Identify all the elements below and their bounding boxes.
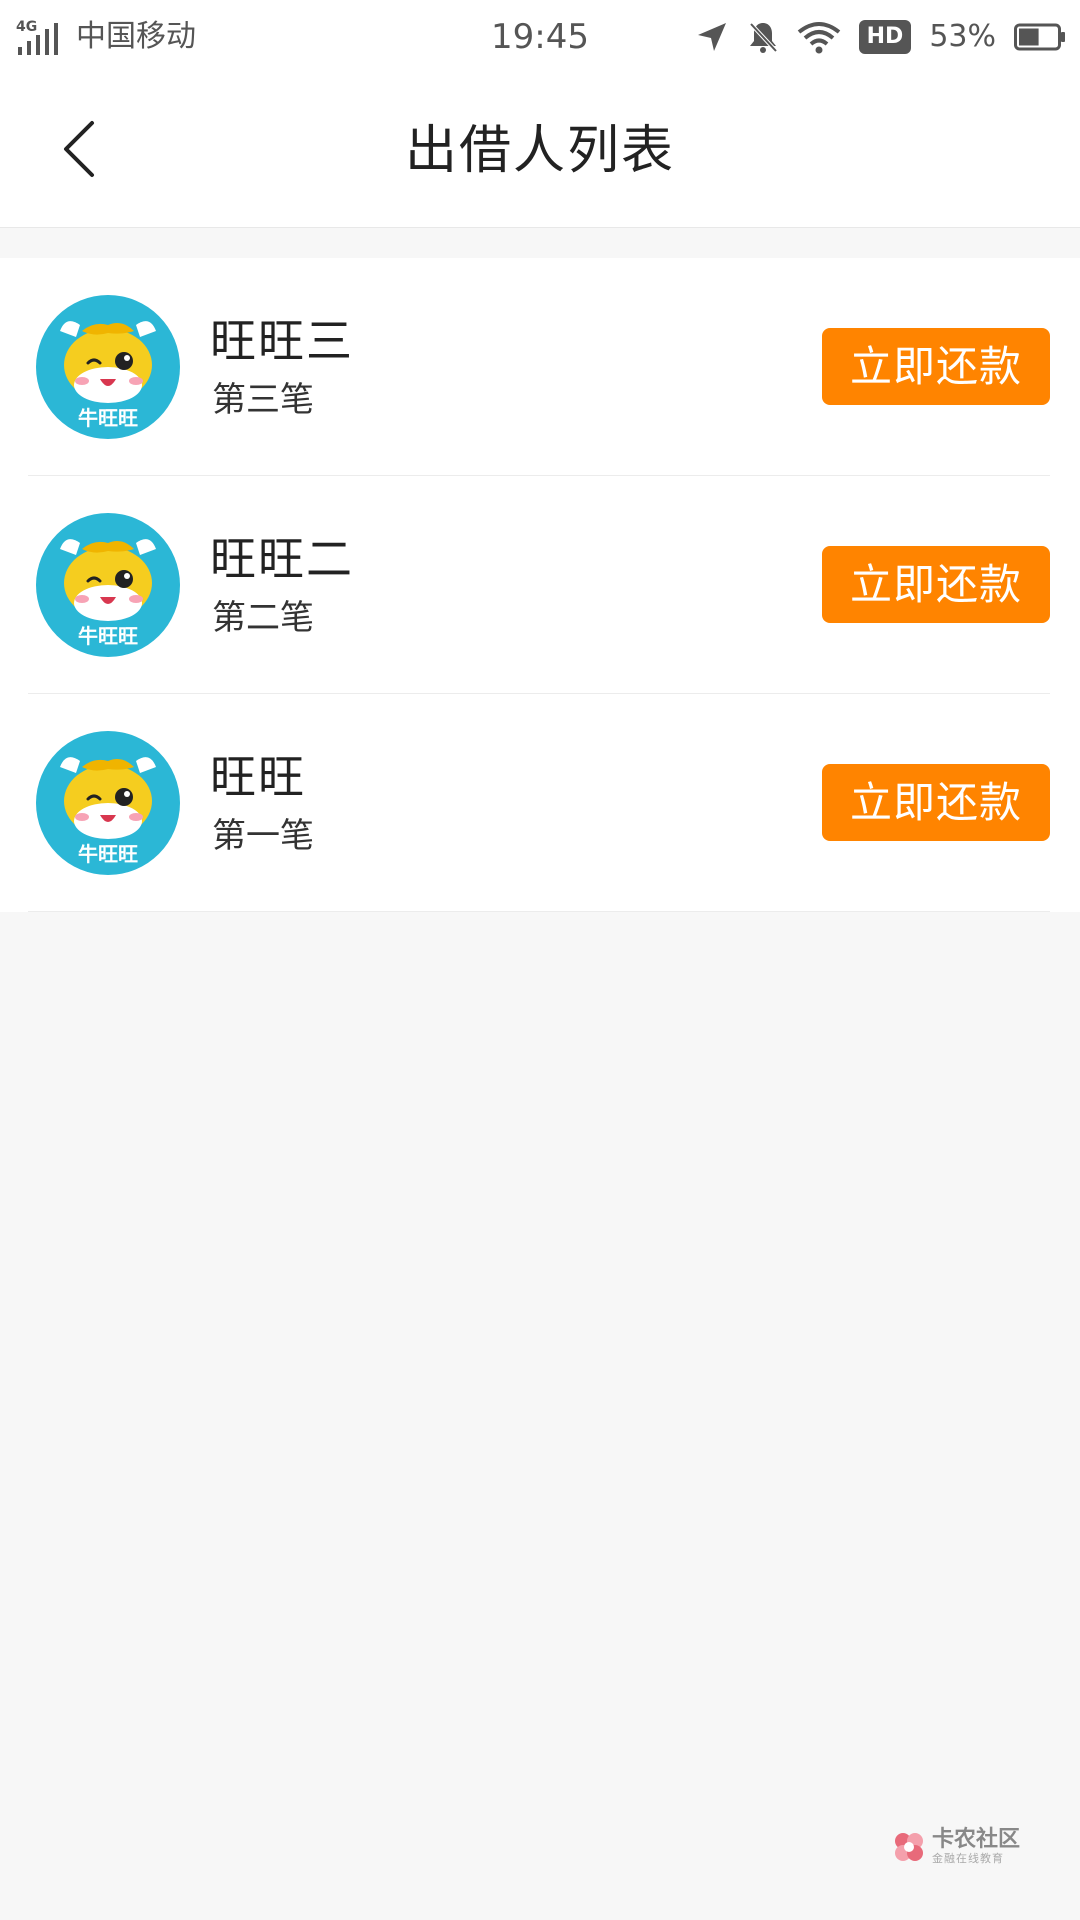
kanong-logo-icon [894, 1833, 923, 1861]
repay-button[interactable]: 立即还款 [822, 546, 1050, 623]
lender-row[interactable]: 牛旺旺 旺旺三 第三笔 立即还款 [28, 258, 1050, 476]
lender-name: 旺旺三 [210, 314, 354, 368]
avatar-label: 牛旺旺 [78, 406, 138, 430]
repay-button[interactable]: 立即还款 [822, 328, 1050, 405]
avatar: 牛旺旺 [36, 513, 180, 657]
lender-row[interactable]: 牛旺旺 旺旺二 第二笔 立即还款 [28, 476, 1050, 694]
avatar: 牛旺旺 [36, 731, 180, 875]
wifi-icon [797, 22, 840, 54]
page-title: 出借人列表 [404, 121, 675, 181]
lender-name: 旺旺 [210, 750, 306, 804]
battery-percent: 53% [929, 19, 996, 54]
lender-name: 旺旺二 [210, 532, 354, 586]
loan-label: 第三笔 [212, 380, 314, 420]
bell-muted-icon [749, 22, 778, 53]
lender-row[interactable]: 牛旺旺 旺旺 第一笔 立即还款 [28, 694, 1050, 912]
location-icon [697, 23, 726, 51]
hd-icon: HD [858, 20, 912, 54]
loan-label: 第一笔 [212, 816, 314, 856]
avatar: 牛旺旺 [36, 295, 180, 439]
status-right: HD 53% [695, 14, 1066, 60]
repay-button[interactable]: 立即还款 [822, 764, 1050, 841]
status-bar: 4G 中国移动 19:45 HD 53% [0, 0, 1080, 74]
avatar-label: 牛旺旺 [78, 842, 138, 866]
watermark-text: 卡农社区 金融在线教育 [932, 1828, 1020, 1866]
battery-icon [1014, 23, 1065, 51]
watermark: 卡农社区 金融在线教育 [892, 1828, 1020, 1866]
watermark-subtitle: 金融在线教育 [931, 1852, 1004, 1865]
loan-label: 第二笔 [212, 598, 314, 638]
header: 出借人列表 [0, 74, 1080, 228]
lender-list: 牛旺旺 旺旺三 第三笔 立即还款 牛旺旺 旺旺二 第二笔 立即还款 牛旺旺 旺旺… [0, 258, 1080, 912]
watermark-title: 卡农社区 [931, 1827, 1020, 1852]
avatar-label: 牛旺旺 [78, 624, 138, 648]
